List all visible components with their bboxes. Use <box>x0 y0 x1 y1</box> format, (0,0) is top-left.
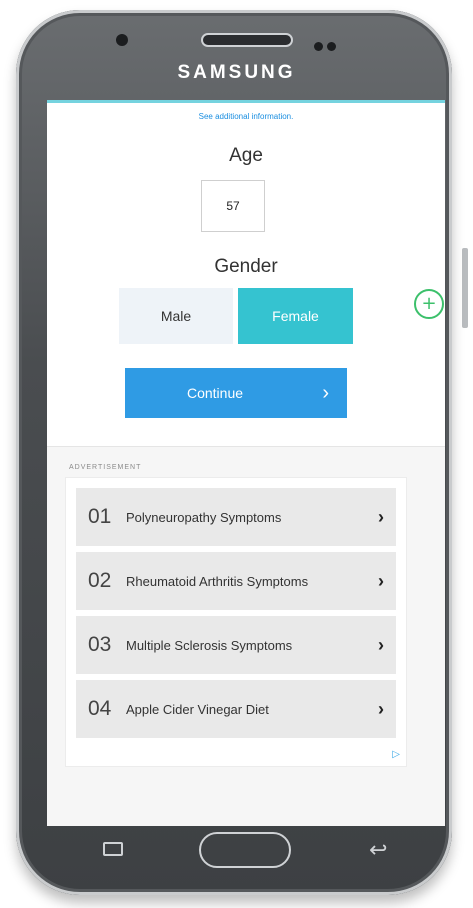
ad-container: 01 Polyneuropathy Symptoms › 02 Rheumato… <box>65 477 407 767</box>
ad-item-title: Rheumatoid Arthritis Symptoms <box>126 573 309 589</box>
gender-male-button[interactable]: Male <box>119 288 233 344</box>
sensors <box>314 36 340 51</box>
back-icon[interactable]: ↩ <box>369 838 387 863</box>
ad-item-title: Multiple Sclerosis Symptoms <box>126 637 293 653</box>
gender-label: Gender <box>214 256 278 277</box>
earpiece-speaker <box>201 33 293 47</box>
ad-item-2[interactable]: 02 Rheumatoid Arthritis Symptoms › <box>76 552 396 610</box>
continue-button[interactable]: Continue › <box>125 368 347 418</box>
front-camera <box>116 34 128 46</box>
plus-icon[interactable]: + <box>414 289 444 319</box>
chevron-right-icon: › <box>378 507 384 527</box>
ad-item-1[interactable]: 01 Polyneuropathy Symptoms › <box>76 488 396 546</box>
home-button-icon[interactable] <box>199 832 291 868</box>
screen: See additional information. Age 57 Gende… <box>47 100 445 826</box>
brand-logo: SAMSUNG <box>177 62 296 83</box>
advertisement-section: ADVERTISEMENT 01 Polyneuropathy Symptoms… <box>47 446 445 826</box>
recent-apps-icon[interactable] <box>103 842 123 856</box>
ad-item-number: 03 <box>88 633 112 656</box>
age-input[interactable]: 57 <box>201 180 265 232</box>
ad-item-title: Apple Cider Vinegar Diet <box>126 701 269 717</box>
gender-female-button[interactable]: Female <box>238 288 353 344</box>
power-button <box>462 248 468 328</box>
ad-item-3[interactable]: 03 Multiple Sclerosis Symptoms › <box>76 616 396 674</box>
ad-item-4[interactable]: 04 Apple Cider Vinegar Diet › <box>76 680 396 738</box>
ad-item-number: 01 <box>88 505 112 528</box>
navigation-bar: ↩ <box>47 826 445 878</box>
chevron-right-icon: › <box>378 699 384 719</box>
ad-item-title: Polyneuropathy Symptoms <box>126 509 282 525</box>
additional-info-link[interactable]: See additional information. <box>47 112 445 121</box>
advertisement-label: ADVERTISEMENT <box>69 464 142 471</box>
continue-label: Continue <box>186 385 244 401</box>
ad-item-number: 04 <box>88 697 112 720</box>
chevron-right-icon: › <box>378 635 384 655</box>
adchoices-triangle-icon[interactable]: ▷ <box>392 749 400 760</box>
screen-divider <box>47 100 445 103</box>
age-label: Age <box>229 145 263 166</box>
chevron-right-icon: › <box>378 571 384 591</box>
chevron-right-icon: › <box>322 382 329 404</box>
ad-item-number: 02 <box>88 569 112 592</box>
